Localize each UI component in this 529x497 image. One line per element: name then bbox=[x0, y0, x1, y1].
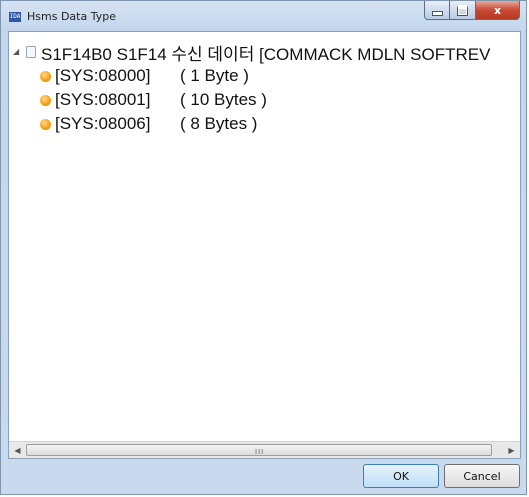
dialog-window: IDA Hsms Data Type x ◢ S1F14B0 S1F14 수신 … bbox=[0, 0, 527, 495]
scroll-left-icon[interactable]: ◀ bbox=[9, 442, 26, 458]
collapse-arrow-icon[interactable]: ◢ bbox=[13, 48, 21, 56]
document-icon bbox=[26, 46, 36, 58]
scroll-right-icon[interactable]: ▶ bbox=[503, 442, 520, 458]
minimize-button[interactable] bbox=[424, 1, 450, 20]
caption-buttons: x bbox=[424, 1, 520, 21]
tree-item-size: ( 1 Byte ) bbox=[180, 66, 249, 85]
tree-panel: ◢ S1F14B0 S1F14 수신 데이터 [COMMACK MDLN SOF… bbox=[8, 31, 521, 459]
tree-item-id: [SYS:08000] bbox=[55, 66, 151, 85]
tree-root-node[interactable]: ◢ S1F14B0 S1F14 수신 데이터 [COMMACK MDLN SOF… bbox=[13, 41, 491, 64]
window-title: Hsms Data Type bbox=[27, 10, 116, 23]
bullet-icon bbox=[40, 118, 51, 130]
tree-item-id: [SYS:08006] bbox=[55, 114, 151, 133]
scrollbar-grip: III bbox=[255, 448, 265, 456]
minimize-icon bbox=[431, 10, 443, 16]
title-bar[interactable]: IDA Hsms Data Type x bbox=[1, 1, 526, 31]
tree-item[interactable]: [SYS:08000] ( 1 Byte ) bbox=[40, 65, 249, 87]
data-type-tree[interactable]: ◢ S1F14B0 S1F14 수신 데이터 [COMMACK MDLN SOF… bbox=[9, 32, 520, 441]
ok-button[interactable]: OK bbox=[363, 464, 439, 488]
scrollbar-thumb[interactable]: III bbox=[26, 444, 492, 456]
horizontal-scrollbar[interactable]: ◀ III ▶ bbox=[9, 441, 520, 458]
button-bar: OK Cancel bbox=[8, 460, 521, 492]
maximize-icon bbox=[457, 4, 468, 16]
cancel-button[interactable]: Cancel bbox=[444, 464, 520, 488]
bullet-icon bbox=[40, 94, 51, 106]
tree-item-size: ( 10 Bytes ) bbox=[180, 90, 267, 109]
close-button[interactable]: x bbox=[476, 1, 520, 20]
app-icon: IDA bbox=[9, 12, 21, 22]
tree-item[interactable]: [SYS:08006] ( 8 Bytes ) bbox=[40, 113, 257, 135]
close-icon: x bbox=[493, 3, 502, 17]
maximize-button[interactable] bbox=[450, 1, 476, 20]
tree-item-id: [SYS:08001] bbox=[55, 90, 151, 109]
tree-item[interactable]: [SYS:08001] ( 10 Bytes ) bbox=[40, 89, 267, 111]
tree-root-label: S1F14B0 S1F14 수신 데이터 [COMMACK MDLN SOFTR… bbox=[41, 44, 491, 64]
bullet-icon bbox=[40, 70, 51, 82]
tree-item-size: ( 8 Bytes ) bbox=[180, 114, 258, 133]
